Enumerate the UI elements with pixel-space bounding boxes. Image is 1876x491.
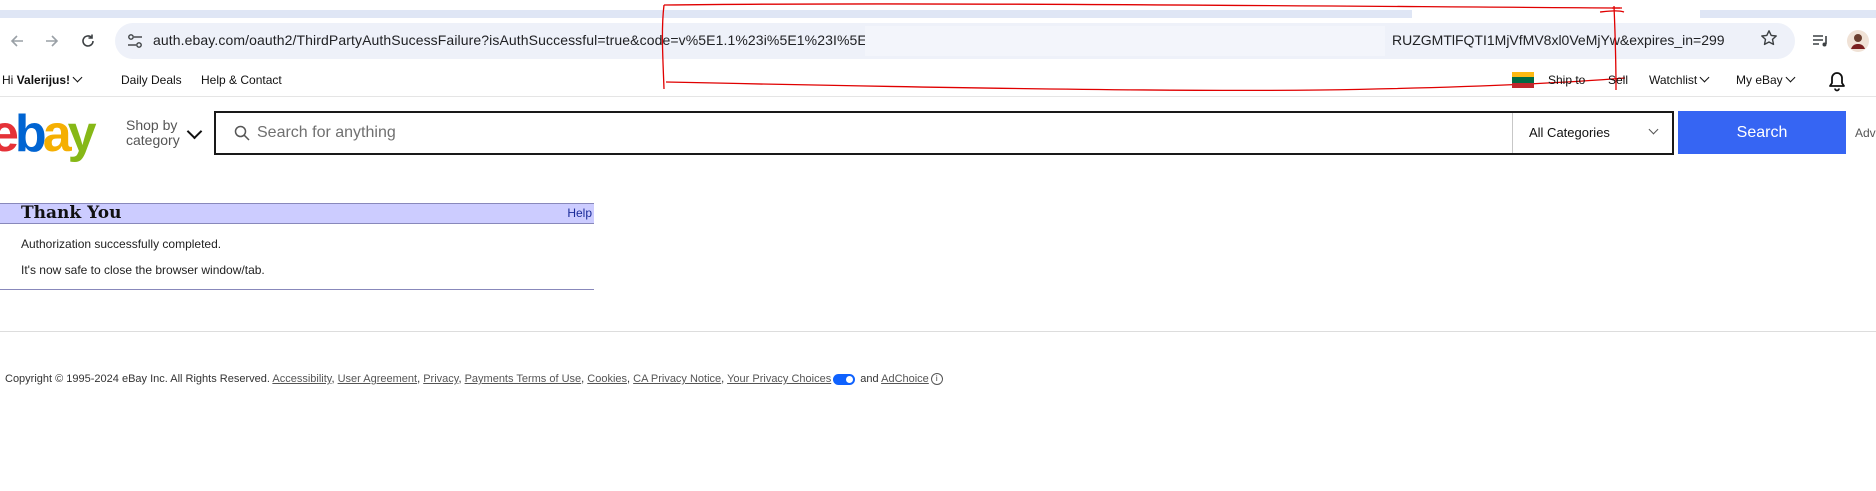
notification-bell-icon[interactable] bbox=[1826, 70, 1848, 92]
greeting-prefix: Hi bbox=[2, 73, 17, 87]
arrow-left-icon bbox=[10, 35, 23, 47]
watchlist-menu[interactable]: Watchlist bbox=[1649, 72, 1710, 87]
footer-link-cookies[interactable]: Cookies bbox=[587, 373, 627, 385]
search-input[interactable] bbox=[257, 113, 1297, 153]
sell-link[interactable]: Sell bbox=[1608, 73, 1628, 87]
lithuania-flag-icon[interactable] bbox=[1512, 72, 1534, 88]
forward-button[interactable] bbox=[39, 28, 65, 54]
media-control-button[interactable] bbox=[1807, 28, 1833, 54]
advanced-search-link[interactable]: Adv bbox=[1855, 126, 1876, 140]
footer-link-your-privacy-choices[interactable]: Your Privacy Choices bbox=[727, 373, 831, 385]
page-divider bbox=[0, 331, 1876, 332]
logo-letter-e: e bbox=[0, 105, 19, 163]
tab-strip-band-right bbox=[1700, 10, 1876, 18]
footer: Copyright © 1995-2024 eBay Inc. All Righ… bbox=[5, 373, 943, 386]
category-label: category bbox=[126, 132, 180, 148]
watchlist-label: Watchlist bbox=[1649, 73, 1698, 87]
category-select-value: All Categories bbox=[1529, 125, 1610, 140]
tab-strip-band bbox=[0, 10, 1412, 18]
logo-letter-a: a bbox=[42, 105, 72, 163]
my-ebay-menu[interactable]: My eBay bbox=[1736, 72, 1796, 87]
bookmark-star-button[interactable] bbox=[1757, 29, 1781, 53]
help-link[interactable]: Help bbox=[567, 206, 592, 220]
back-button[interactable] bbox=[4, 28, 30, 54]
footer-link-privacy[interactable]: Privacy bbox=[423, 373, 458, 385]
arrow-right-icon bbox=[46, 35, 59, 47]
shop-by-label: Shop by bbox=[126, 117, 178, 133]
footer-link-payments-terms[interactable]: Payments Terms of Use bbox=[465, 373, 582, 385]
chevron-down-icon bbox=[72, 72, 83, 83]
info-icon: i bbox=[930, 373, 943, 386]
url-redaction bbox=[865, 26, 1385, 56]
reload-button[interactable] bbox=[75, 28, 101, 54]
panel-bottom-rule bbox=[0, 289, 594, 290]
footer-and-text: and bbox=[860, 373, 879, 385]
logo-letter-b: b bbox=[14, 105, 47, 163]
user-name: Valerijus! bbox=[16, 73, 71, 87]
star-icon bbox=[1761, 30, 1777, 46]
search-icon bbox=[234, 125, 250, 141]
privacy-choices-icon bbox=[833, 373, 856, 385]
chevron-down-icon bbox=[1648, 124, 1659, 135]
chevron-down-icon[interactable] bbox=[186, 123, 203, 140]
footer-link-adchoice[interactable]: AdChoice bbox=[881, 373, 929, 385]
url-text[interactable]: auth.ebay.com/oauth2/ThirdPartyAuthSuces… bbox=[153, 32, 903, 48]
tab-strip bbox=[0, 0, 1876, 18]
search-box: All Categories bbox=[214, 111, 1674, 155]
my-ebay-label: My eBay bbox=[1736, 73, 1783, 87]
profile-button[interactable] bbox=[1845, 28, 1871, 54]
search-button[interactable]: Search bbox=[1678, 111, 1846, 154]
footer-link-ca-privacy-notice[interactable]: CA Privacy Notice bbox=[633, 373, 721, 385]
category-select[interactable]: All Categories bbox=[1512, 113, 1673, 153]
footer-link-user-agreement[interactable]: User Agreement bbox=[338, 373, 417, 385]
url-text-tail[interactable]: RUZGMTlFQTI1MjVfMV8xl0VeMjYw&expires_in=… bbox=[1392, 32, 1725, 48]
shop-by-category-button[interactable]: Shop by category bbox=[126, 118, 180, 148]
help-contact-link[interactable]: Help & Contact bbox=[201, 73, 282, 87]
address-bar[interactable]: auth.ebay.com/oauth2/ThirdPartyAuthSuces… bbox=[115, 23, 1795, 59]
profile-avatar-icon bbox=[1847, 30, 1869, 52]
chevron-down-icon bbox=[1785, 72, 1796, 83]
ebay-logo[interactable]: ebay bbox=[0, 105, 97, 163]
copyright-text: Copyright © 1995-2024 eBay Inc. All Righ… bbox=[5, 373, 270, 385]
daily-deals-link[interactable]: Daily Deals bbox=[121, 73, 182, 87]
chevron-down-icon bbox=[1699, 72, 1710, 83]
media-control-icon bbox=[1813, 35, 1827, 47]
greeting-menu[interactable]: Hi Valerijus! bbox=[2, 72, 83, 87]
tune-icon[interactable] bbox=[125, 31, 145, 51]
ship-to-link[interactable]: Ship to bbox=[1548, 73, 1585, 87]
close-window-message: It's now safe to close the browser windo… bbox=[21, 263, 265, 277]
auth-success-message: Authorization successfully completed. bbox=[21, 237, 222, 251]
logo-letter-y: y bbox=[67, 105, 97, 163]
panel-header: Thank You Help bbox=[0, 203, 594, 224]
reload-icon bbox=[82, 34, 94, 47]
browser-toolbar: auth.ebay.com/oauth2/ThirdPartyAuthSuces… bbox=[0, 18, 1876, 64]
footer-link-accessibility[interactable]: Accessibility bbox=[272, 373, 331, 385]
ebay-top-nav: Hi Valerijus! Daily Deals Help & Contact… bbox=[0, 64, 1876, 97]
panel-title: Thank You bbox=[21, 203, 122, 223]
